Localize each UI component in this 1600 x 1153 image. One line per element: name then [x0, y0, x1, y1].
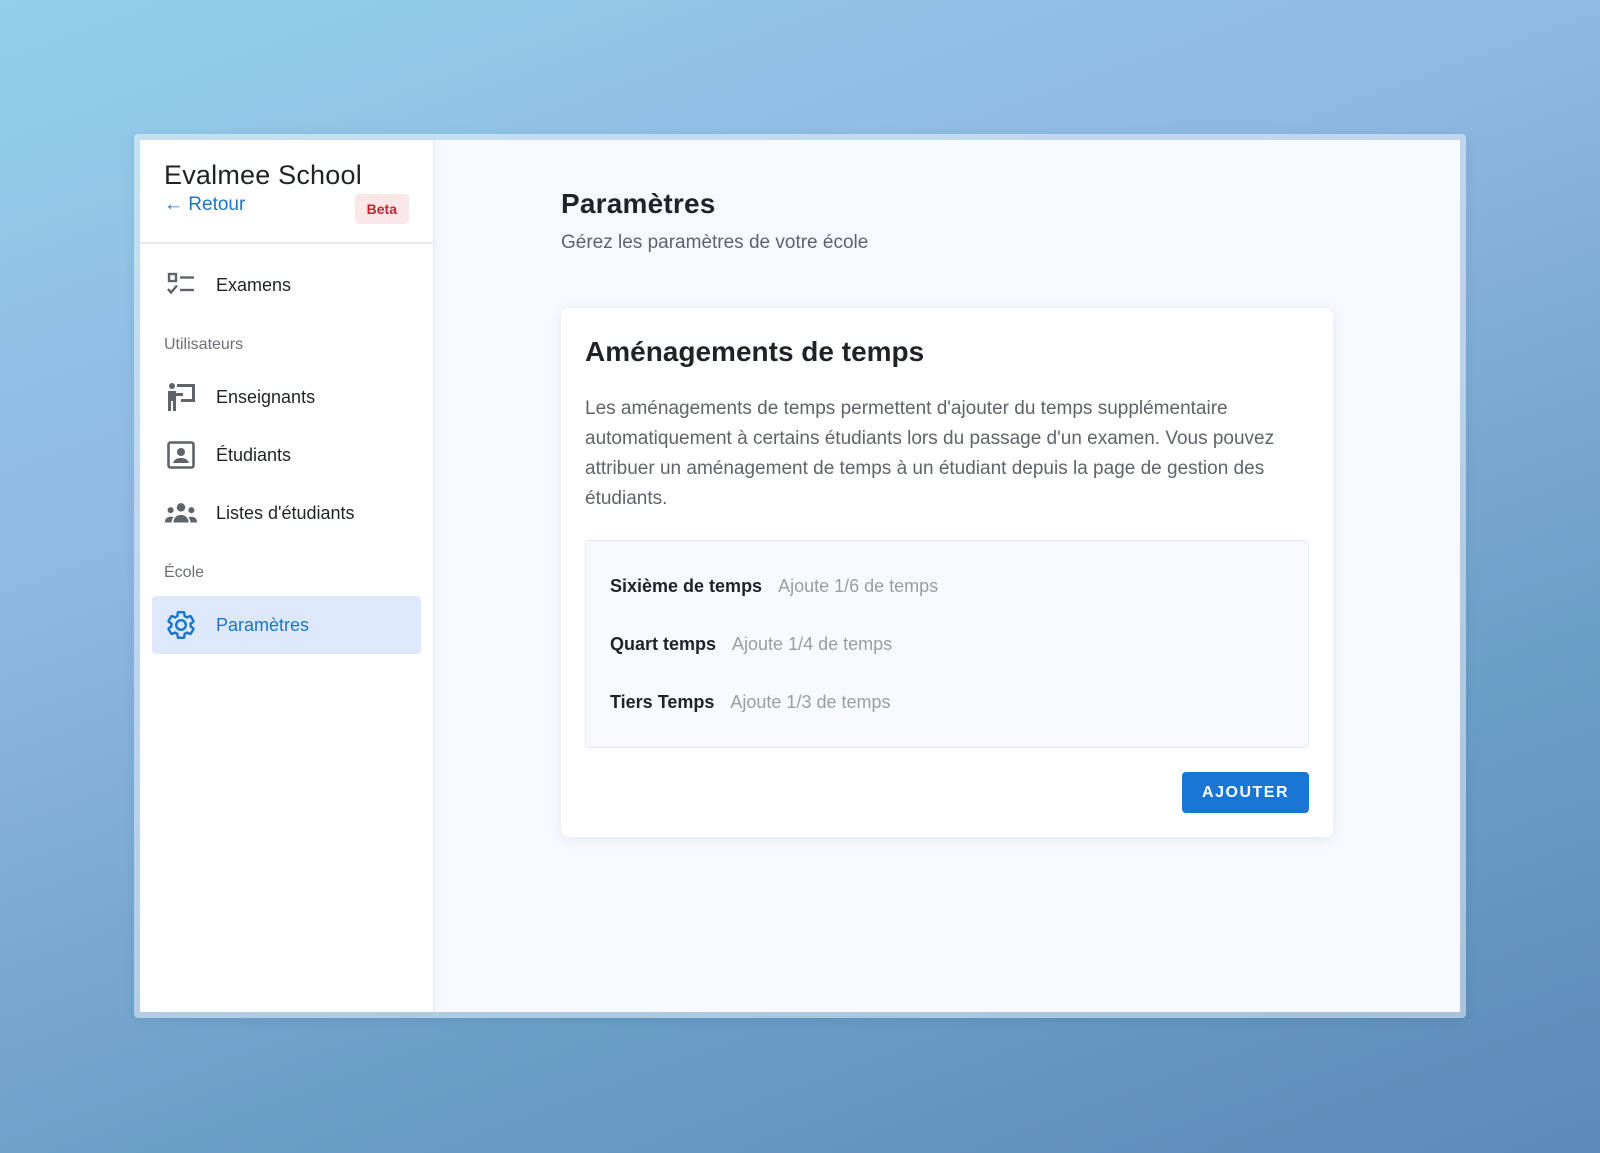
student-badge-icon — [164, 438, 198, 472]
brand-header: Evalmee School ← Retour Beta — [140, 140, 433, 244]
sidebar-item-enseignants[interactable]: Enseignants — [152, 368, 421, 426]
add-button[interactable]: AJOUTER — [1182, 772, 1309, 813]
sidebar-item-label: Listes d'étudiants — [216, 502, 355, 523]
list-item[interactable]: Quart temps Ajoute 1/4 de temps — [610, 615, 1284, 673]
list-item[interactable]: Sixième de temps Ajoute 1/6 de temps — [610, 557, 1284, 615]
teacher-icon — [164, 380, 198, 414]
accommodation-name: Sixième de temps — [610, 575, 763, 596]
main-content: Paramètres Gérez les paramètres de votre… — [434, 140, 1460, 1012]
sidebar-item-listes[interactable]: Listes d'étudiants — [152, 484, 421, 542]
sidebar-item-parametres[interactable]: Paramètres — [152, 596, 421, 654]
app-container: Evalmee School ← Retour Beta Examens Uti… — [140, 140, 1460, 1012]
brand-title: Evalmee School — [164, 160, 362, 190]
sidebar-item-label: Examens — [216, 274, 292, 295]
sidebar-item-label: Paramètres — [216, 614, 310, 635]
checklist-icon — [164, 268, 198, 302]
gear-icon — [164, 608, 198, 642]
sidebar-nav: Examens Utilisateurs Enseignants Étudian… — [140, 244, 433, 666]
sidebar-item-etudiants[interactable]: Étudiants — [152, 426, 421, 484]
accommodation-desc: Ajoute 1/4 de temps — [732, 633, 893, 654]
time-accommodations-card: Aménagements de temps Les aménagements d… — [561, 308, 1333, 837]
list-item[interactable]: Tiers Temps Ajoute 1/3 de temps — [610, 673, 1284, 731]
accommodation-name: Quart temps — [610, 633, 717, 654]
accommodations-list: Sixième de temps Ajoute 1/6 de temps Qua… — [585, 540, 1309, 748]
sidebar-item-label: Enseignants — [216, 386, 316, 407]
section-label-users: Utilisateurs — [164, 336, 244, 353]
page-subtitle: Gérez les paramètres de votre école — [561, 232, 869, 253]
sidebar-item-examens[interactable]: Examens — [152, 256, 421, 314]
page-title: Paramètres — [561, 188, 716, 219]
card-description: Les aménagements de temps permettent d'a… — [585, 398, 1275, 509]
sidebar: Evalmee School ← Retour Beta Examens Uti… — [140, 140, 434, 1012]
card-title: Aménagements de temps — [585, 336, 925, 367]
accommodation-name: Tiers Temps — [610, 691, 715, 712]
section-label-school: École — [164, 564, 205, 581]
card-actions: AJOUTER — [585, 772, 1309, 813]
back-link[interactable]: ← Retour — [164, 194, 245, 216]
sidebar-item-label: Étudiants — [216, 444, 292, 465]
accommodation-desc: Ajoute 1/3 de temps — [730, 691, 891, 712]
app-window: Evalmee School ← Retour Beta Examens Uti… — [134, 134, 1466, 1018]
accommodation-desc: Ajoute 1/6 de temps — [778, 575, 939, 596]
groups-icon — [164, 496, 198, 530]
beta-badge: Beta — [354, 194, 409, 224]
